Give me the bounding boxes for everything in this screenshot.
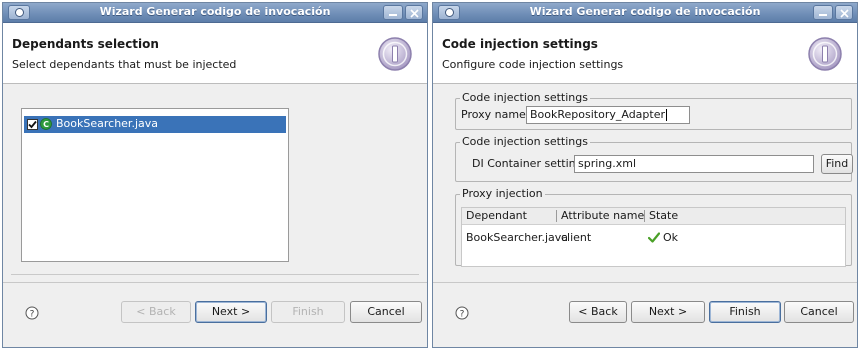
wizard-info-icon bbox=[808, 37, 842, 71]
proxy-injection-table[interactable]: Dependant Attribute name State BookSearc… bbox=[461, 207, 846, 267]
finish-button[interactable]: Finish bbox=[271, 301, 345, 323]
title-bar[interactable]: Wizard Generar codigo de invocación bbox=[433, 3, 857, 23]
back-button[interactable]: < Back bbox=[121, 301, 191, 323]
di-container-group: Code injection settings DI Container set… bbox=[455, 135, 853, 182]
window-title: Wizard Generar codigo de invocación bbox=[99, 5, 331, 18]
wizard-header: Code injection settings Configure code i… bbox=[433, 23, 857, 84]
back-button[interactable]: < Back bbox=[569, 301, 627, 323]
page-subtitle: Select dependants that must be injected bbox=[12, 58, 237, 71]
title-bar[interactable]: Wizard Generar codigo de invocación bbox=[3, 3, 427, 23]
wizard-content: Code injection settings Proxy name BookR… bbox=[433, 84, 857, 283]
cell-dependant: BookSearcher.java bbox=[466, 231, 568, 244]
group-title: Code injection settings bbox=[460, 91, 590, 104]
page-title: Dependants selection bbox=[12, 37, 159, 51]
page-subtitle: Configure code injection settings bbox=[442, 58, 624, 71]
cell-attribute: client bbox=[561, 231, 592, 244]
group-title: Code injection settings bbox=[460, 135, 590, 148]
help-icon[interactable]: ? bbox=[455, 306, 469, 320]
table-header: Dependant Attribute name State bbox=[462, 208, 845, 225]
proxy-name-value: BookRepository_Adapter bbox=[530, 108, 666, 121]
svg-text:?: ? bbox=[30, 310, 35, 320]
button-bar: ? < Back Next > Finish Cancel bbox=[3, 284, 427, 347]
dependants-list[interactable]: C BookSearcher.java bbox=[21, 108, 289, 262]
column-divider[interactable] bbox=[644, 210, 645, 222]
cancel-button[interactable]: Cancel bbox=[350, 301, 422, 323]
proxy-injection-group: Proxy injection Dependant Attribute name… bbox=[455, 187, 852, 267]
page-title: Code injection settings bbox=[442, 37, 598, 51]
group-title: Proxy injection bbox=[460, 187, 545, 200]
help-icon[interactable]: ? bbox=[25, 306, 39, 320]
di-container-value: spring.xml bbox=[578, 157, 637, 170]
find-button[interactable]: Find bbox=[821, 154, 853, 174]
wizard-header: Dependants selection Select dependants t… bbox=[3, 23, 427, 84]
close-icon[interactable] bbox=[405, 5, 423, 20]
next-button[interactable]: Next > bbox=[631, 301, 705, 323]
column-header-state[interactable]: State bbox=[649, 209, 678, 222]
next-button[interactable]: Next > bbox=[195, 301, 267, 323]
cell-state: Ok bbox=[663, 231, 679, 244]
button-bar: ? < Back Next > Finish Cancel bbox=[433, 284, 857, 347]
proxy-settings-group: Code injection settings Proxy name BookR… bbox=[455, 91, 852, 130]
svg-text:C: C bbox=[43, 120, 49, 129]
text-caret bbox=[666, 109, 668, 121]
column-header-attribute[interactable]: Attribute name bbox=[561, 209, 644, 222]
svg-text:?: ? bbox=[460, 310, 465, 320]
dependant-label: BookSearcher.java bbox=[56, 117, 158, 130]
wizard-content: C BookSearcher.java bbox=[3, 84, 427, 283]
minimize-icon[interactable] bbox=[383, 5, 403, 20]
wizard-window-code-injection: Wizard Generar codigo de invocación Code… bbox=[432, 2, 858, 348]
proxy-name-input[interactable]: BookRepository_Adapter bbox=[526, 106, 690, 124]
wizard-window-dependants: Wizard Generar codigo de invocación Depe… bbox=[2, 2, 428, 348]
minimize-icon[interactable] bbox=[813, 5, 833, 20]
ok-check-icon bbox=[648, 232, 660, 243]
finish-button[interactable]: Finish bbox=[709, 301, 781, 323]
proxy-name-label: Proxy name bbox=[461, 108, 526, 121]
column-header-dependant[interactable]: Dependant bbox=[466, 209, 527, 222]
checkbox-checked-icon[interactable] bbox=[27, 119, 38, 130]
close-icon[interactable] bbox=[835, 5, 853, 20]
column-divider[interactable] bbox=[556, 210, 557, 222]
class-icon: C bbox=[40, 118, 52, 130]
separator bbox=[11, 274, 419, 275]
cancel-button[interactable]: Cancel bbox=[784, 301, 854, 323]
list-item[interactable]: C BookSearcher.java bbox=[24, 116, 286, 133]
di-container-input[interactable]: spring.xml bbox=[574, 155, 814, 173]
di-container-label: DI Container settings bbox=[472, 157, 589, 170]
window-title: Wizard Generar codigo de invocación bbox=[529, 5, 761, 18]
wizard-info-icon bbox=[378, 37, 412, 71]
